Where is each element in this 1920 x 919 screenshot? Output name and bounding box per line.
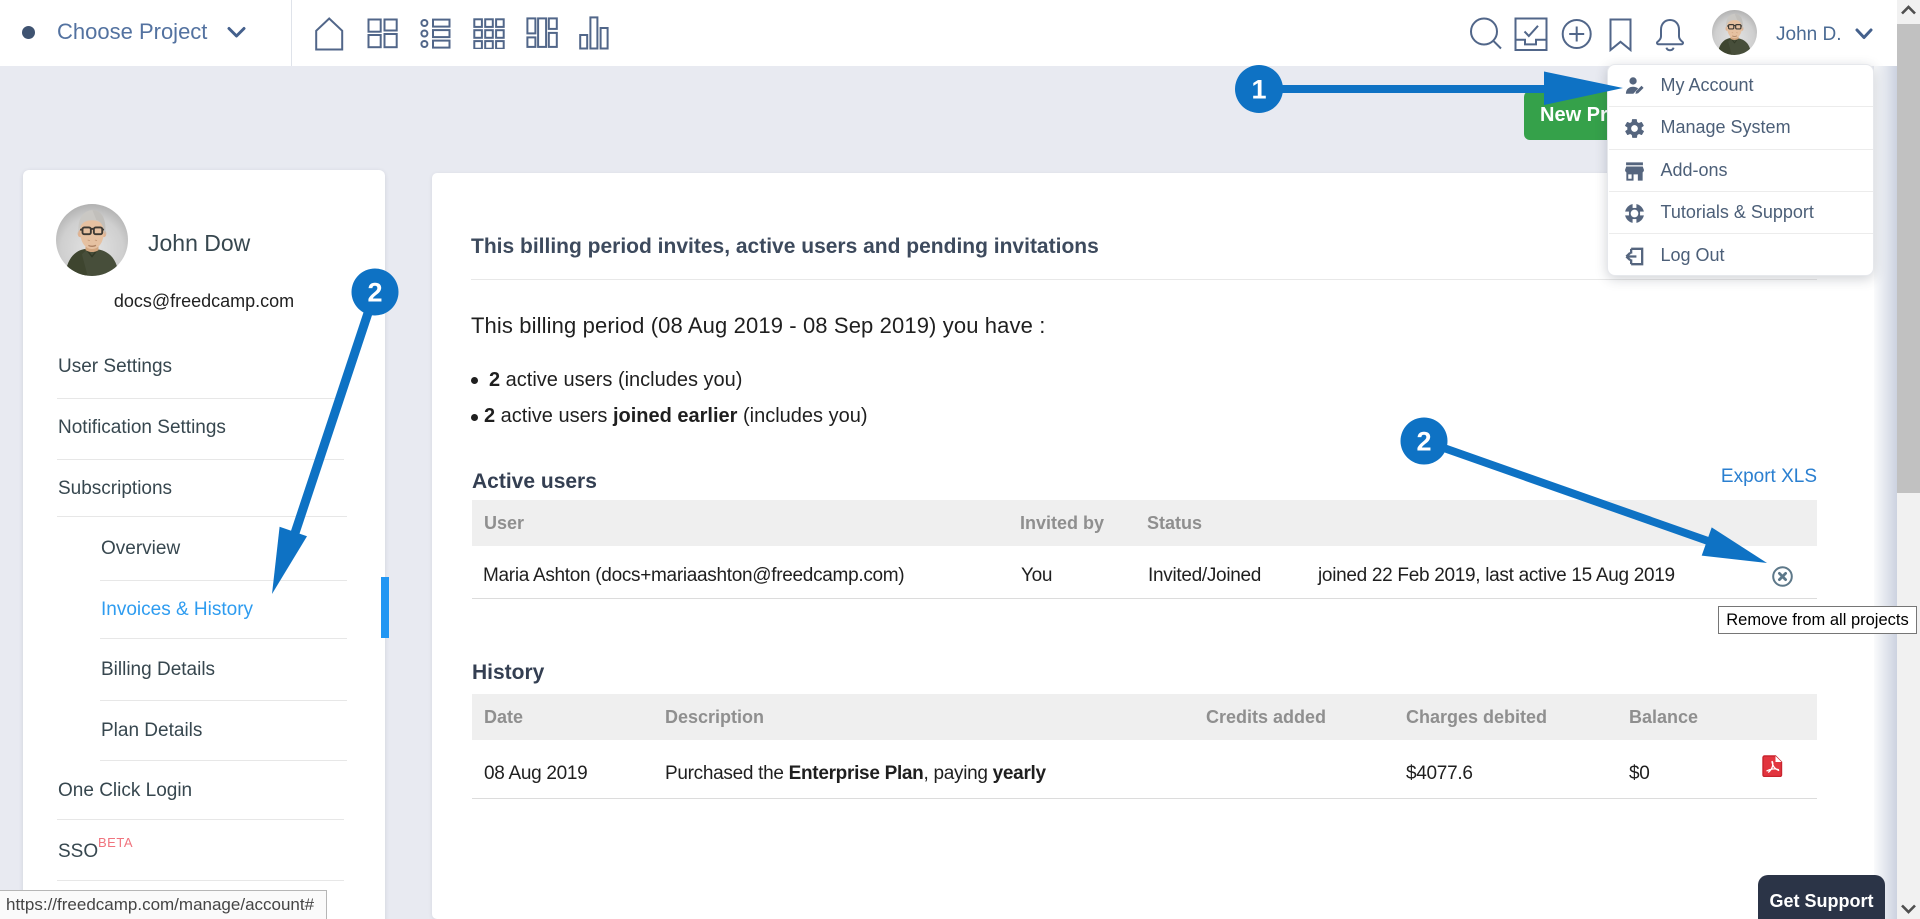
svg-text:1: 1 bbox=[1251, 75, 1266, 105]
